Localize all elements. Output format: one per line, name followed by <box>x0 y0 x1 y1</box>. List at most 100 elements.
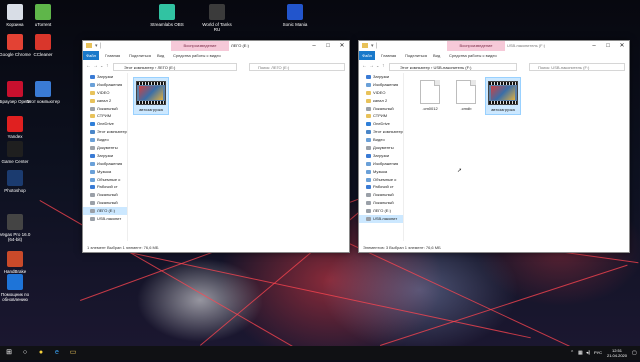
nav-item[interactable]: Загрузки <box>359 152 403 160</box>
desktop-icon[interactable]: Этот компьютер <box>26 81 60 104</box>
nav-item[interactable]: Локальный <box>359 191 403 199</box>
explorer-icon[interactable]: ▭ <box>68 348 78 358</box>
quick-access-toolbar-icon[interactable]: ▾ │ <box>371 41 378 51</box>
explorer-window-lego[interactable]: ▾ │ ЛЕГО (E:) – □ ✕ Воспроизведение Файл… <box>82 40 350 253</box>
minimize-button[interactable]: – <box>587 41 601 51</box>
navigation-pane[interactable]: Загрузки Изображения VIDEO канал 2 Локальный… <box>359 73 404 241</box>
nav-item[interactable]: Изображения <box>359 160 403 168</box>
recent-locations-icon[interactable]: ⌄ <box>100 63 103 68</box>
tab-video-tools[interactable]: Средства работы с видео <box>449 51 497 60</box>
search-icon[interactable]: ○ <box>20 348 30 358</box>
network-icon[interactable]: ▦ <box>578 346 583 360</box>
close-button[interactable]: ✕ <box>615 41 629 51</box>
maximize-button[interactable]: □ <box>601 41 615 51</box>
address-bar[interactable]: Этот компьютер › ЛЕГО (E:) <box>113 63 237 71</box>
quick-access-toolbar-icon[interactable]: ▾ │ <box>95 41 102 51</box>
tab-home[interactable]: Главная <box>105 51 120 60</box>
close-button[interactable]: ✕ <box>335 41 349 51</box>
nav-item[interactable]: Локальный <box>83 105 127 113</box>
desktop-icon[interactable]: Помощник по обновлению <box>0 274 32 302</box>
language-indicator[interactable]: РУС <box>594 346 602 360</box>
notifications-icon[interactable]: ▢ <box>632 346 637 360</box>
yandex-browser-icon[interactable]: ● <box>36 348 46 358</box>
nav-item[interactable]: VIDEO <box>359 89 403 97</box>
nav-item[interactable]: канал 2 <box>359 97 403 105</box>
recent-locations-icon[interactable]: ⌄ <box>376 63 379 68</box>
back-icon[interactable]: ← <box>362 63 367 69</box>
nav-item[interactable]: Музыка <box>359 168 403 176</box>
up-icon[interactable]: ↑ <box>106 63 109 69</box>
search-input[interactable]: Поиск: ЛЕГО (E:) <box>249 63 345 71</box>
nav-item[interactable]: Музыка <box>83 168 127 176</box>
desktop-icon[interactable]: Yandex <box>0 116 32 139</box>
volume-icon[interactable]: ◂) <box>586 346 590 360</box>
tab-file[interactable]: Файл <box>359 51 375 60</box>
nav-item[interactable]: Локальный <box>359 105 403 113</box>
nav-item[interactable]: Загрузки <box>83 152 127 160</box>
forward-icon[interactable]: → <box>369 63 374 69</box>
nav-item[interactable]: ЛЕГО (E:) <box>83 207 127 216</box>
up-icon[interactable]: ↑ <box>382 63 385 69</box>
desktop-icon[interactable]: CCleaner <box>26 34 60 57</box>
nav-item[interactable]: OneDrive <box>359 120 403 128</box>
nav-item[interactable]: Этот компьютер <box>359 128 403 136</box>
file-list[interactable]: автозагрузка <box>131 75 345 240</box>
tab-video-tools[interactable]: Средства работы с видео <box>173 51 221 60</box>
tab-share[interactable]: Поделиться <box>405 51 427 60</box>
nav-item[interactable]: канал 2 <box>83 97 127 105</box>
maximize-button[interactable]: □ <box>321 41 335 51</box>
nav-item[interactable]: Рабочий ст <box>83 183 127 191</box>
nav-item[interactable]: Объемные о <box>359 176 403 184</box>
file-item[interactable]: .cmdb <box>449 77 483 113</box>
tab-view[interactable]: Вид <box>157 51 164 60</box>
nav-item[interactable]: Локальный <box>83 199 127 207</box>
nav-item[interactable]: VIDEO <box>83 89 127 97</box>
windows-icon[interactable]: ⊞ <box>4 348 14 358</box>
nav-item[interactable]: Изображения <box>83 160 127 168</box>
desktop-icon[interactable]: HandBrake <box>0 251 32 274</box>
nav-item[interactable]: Загрузки <box>83 73 127 81</box>
file-item[interactable]: .cm0012 <box>413 77 447 113</box>
tab-share[interactable]: Поделиться <box>129 51 151 60</box>
minimize-button[interactable]: – <box>307 41 321 51</box>
nav-item[interactable]: СТРИМ <box>359 112 403 120</box>
nav-item[interactable]: USB-накопит <box>359 215 403 223</box>
file-list[interactable]: .cm0012 .cmdb автозагрузка <box>411 75 625 240</box>
nav-item[interactable]: ЛЕГО (E:) <box>359 207 403 215</box>
nav-item[interactable]: OneDrive <box>83 120 127 128</box>
nav-item[interactable]: Локальный <box>359 199 403 207</box>
nav-item[interactable]: Видео <box>83 136 127 144</box>
search-input[interactable]: Поиск: USB-накопитель (F:) <box>529 63 625 71</box>
forward-icon[interactable]: → <box>93 63 98 69</box>
nav-item[interactable]: Загрузки <box>359 73 403 81</box>
nav-item[interactable]: Этот компьютер <box>83 128 127 136</box>
back-icon[interactable]: ← <box>86 63 91 69</box>
context-tab-group[interactable]: Воспроизведение <box>171 41 229 51</box>
nav-item[interactable]: СТРИМ <box>83 112 127 120</box>
nav-item[interactable]: Изображения <box>83 81 127 89</box>
desktop-icon[interactable]: Vegas Pro 16.0 (64-bit) <box>0 214 32 242</box>
nav-item[interactable]: Объемные о <box>83 176 127 184</box>
nav-item[interactable]: Видео <box>359 136 403 144</box>
explorer-window-usb[interactable]: ▾ │ USB-накопитель (F:) – □ ✕ Воспроизве… <box>358 40 630 253</box>
desktop-icon[interactable]: Streamlabs OBS <box>150 4 184 27</box>
desktop-icon[interactable]: Game Center <box>0 141 32 164</box>
nav-item[interactable]: USB-накопит <box>83 215 127 223</box>
nav-item[interactable]: Документы <box>359 144 403 152</box>
tab-home[interactable]: Главная <box>381 51 396 60</box>
desktop-icon[interactable]: Photoshop <box>0 170 32 193</box>
nav-item[interactable]: Документы <box>83 144 127 152</box>
tab-file[interactable]: Файл <box>83 51 99 60</box>
nav-item[interactable]: Локальный <box>83 191 127 199</box>
file-item[interactable]: автозагрузка <box>133 77 169 115</box>
tray-chevron-icon[interactable]: ⌃ <box>570 346 574 360</box>
address-bar[interactable]: Этот компьютер › USB-накопитель (F:) <box>389 63 517 71</box>
edge-icon[interactable]: e <box>52 348 62 358</box>
context-tab-group[interactable]: Воспроизведение <box>447 41 505 51</box>
desktop-icon[interactable]: uTorrent <box>26 4 60 27</box>
file-item[interactable]: автозагрузка <box>485 77 521 115</box>
desktop-icon[interactable]: Sonic Mania <box>278 4 312 27</box>
nav-item[interactable]: Изображения <box>359 81 403 89</box>
navigation-pane[interactable]: Загрузки Изображения VIDEO канал 2 Локальный… <box>83 73 128 241</box>
tab-view[interactable]: Вид <box>433 51 440 60</box>
